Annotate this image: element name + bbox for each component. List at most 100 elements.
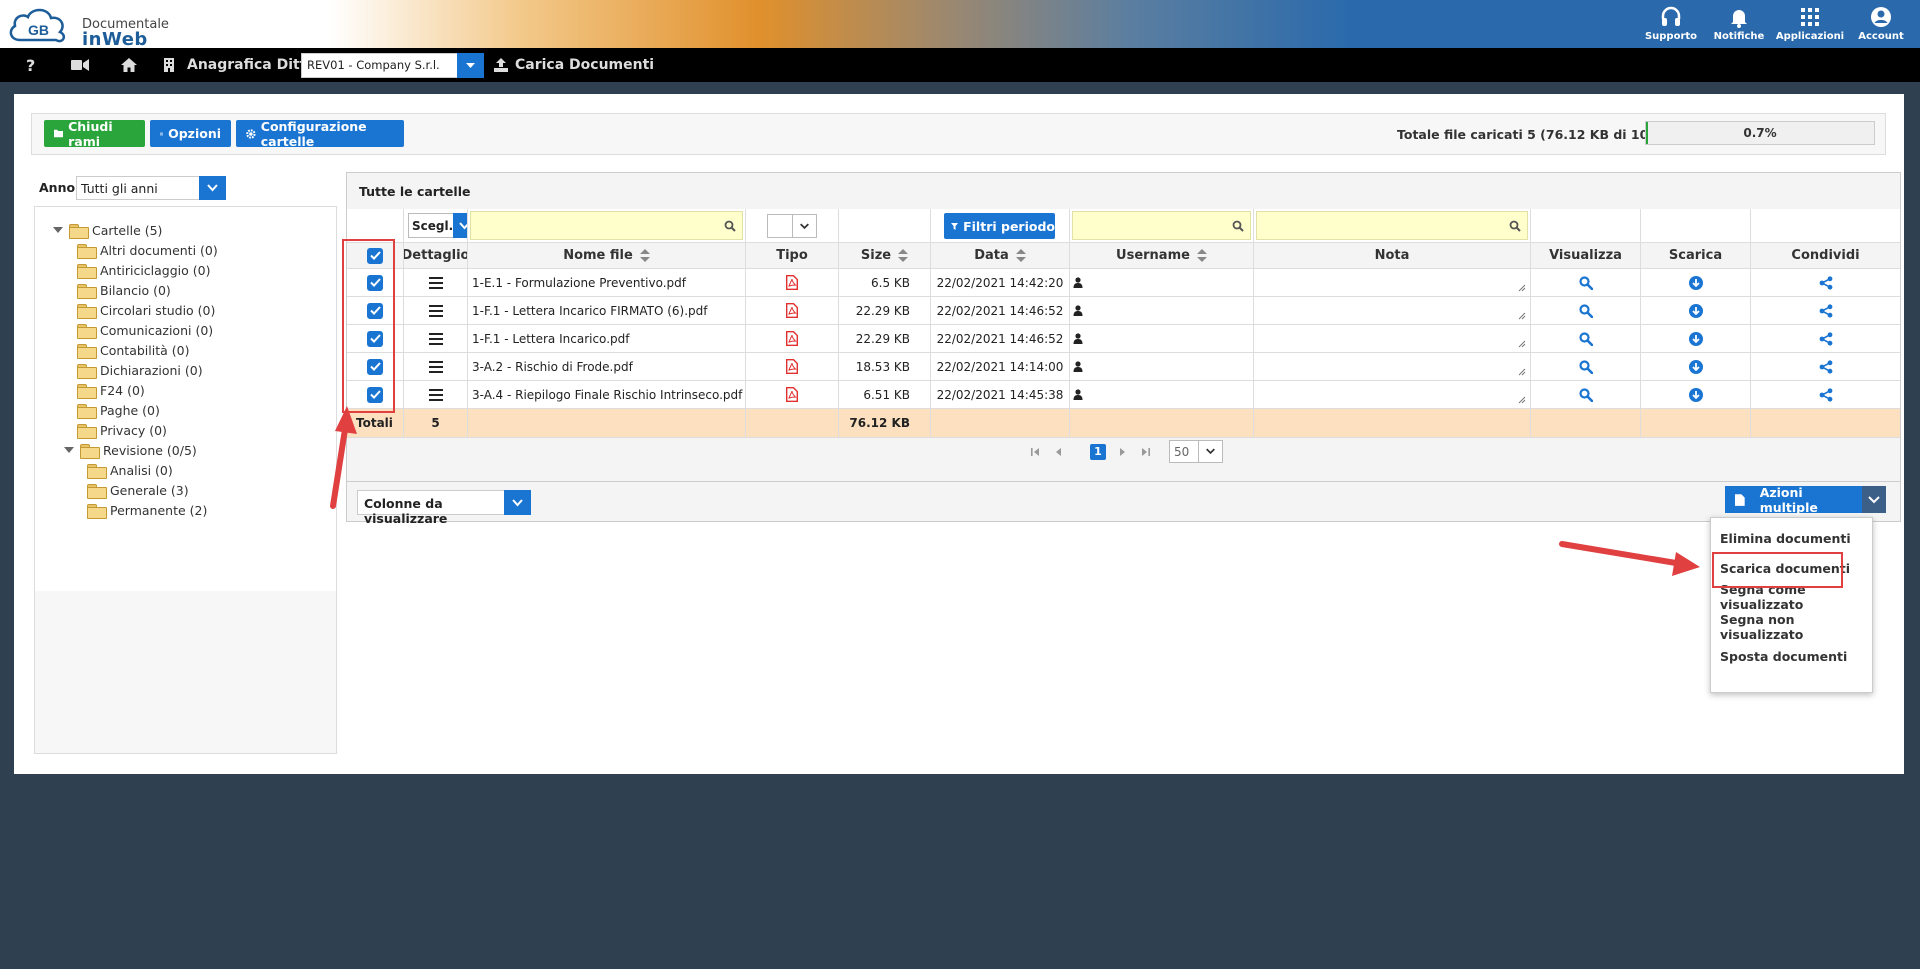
nome-file-filter[interactable] — [468, 209, 746, 242]
download-icon[interactable] — [1688, 331, 1703, 346]
tree-item[interactable]: Dichiarazioni (0) — [77, 360, 203, 380]
menu-item[interactable]: Elimina documenti — [1711, 523, 1872, 553]
expand-caret-icon[interactable] — [64, 447, 74, 453]
nota-filter-input[interactable] — [1256, 211, 1528, 240]
download-icon[interactable] — [1688, 275, 1703, 290]
menu-item[interactable]: Sposta documenti — [1711, 641, 1872, 671]
tree-item[interactable]: Cartelle (5) — [53, 220, 162, 240]
chiudi-rami-button[interactable]: Chiudi rami — [44, 119, 145, 149]
company-dropdown-button[interactable] — [457, 53, 484, 78]
view-search-icon[interactable] — [1578, 359, 1593, 374]
configurazione-cartelle-button[interactable]: Configurazione cartelle — [236, 119, 404, 149]
tipo-filter-select[interactable] — [767, 214, 817, 238]
share-icon[interactable] — [1819, 359, 1833, 374]
home-button[interactable] — [121, 48, 137, 82]
tree-item[interactable]: F24 (0) — [77, 380, 145, 400]
share-icon[interactable] — [1819, 275, 1833, 290]
file-name[interactable]: 3-A.2 - Rischio di Frode.pdf — [468, 353, 746, 380]
header-visualizza: Visualizza — [1531, 243, 1641, 268]
company-select[interactable]: REV01 - Company S.r.l. — [301, 53, 484, 78]
filtri-periodo-button[interactable]: Filtri periodo — [944, 213, 1055, 239]
anno-select[interactable]: Tutti gli anni — [76, 176, 226, 200]
tree-item[interactable]: Altri documenti (0) — [77, 240, 218, 260]
tree-item[interactable]: Permanente (2) — [87, 500, 207, 520]
azioni-multiple-button[interactable]: Azioni multiple — [1725, 485, 1862, 515]
download-icon[interactable] — [1688, 359, 1703, 374]
download-icon[interactable] — [1688, 387, 1703, 402]
menu-bars-icon[interactable] — [428, 388, 443, 401]
note-textarea[interactable] — [1254, 325, 1531, 352]
next-page-icon[interactable] — [1117, 447, 1127, 457]
tree-item[interactable]: Privacy (0) — [77, 420, 167, 440]
dettaglio-filter-dropdown[interactable] — [453, 213, 467, 238]
tree-item[interactable]: Bilancio (0) — [77, 280, 171, 300]
account-button[interactable]: Account — [1846, 2, 1916, 48]
home-icon — [121, 58, 137, 72]
share-icon[interactable] — [1819, 331, 1833, 346]
azioni-multiple-dropdown[interactable] — [1862, 486, 1886, 513]
menu-bars-icon[interactable] — [428, 332, 443, 345]
tree-item[interactable]: Contabilità (0) — [77, 340, 189, 360]
tree-item[interactable]: Antiriciclaggio (0) — [77, 260, 210, 280]
colonne-dropdown-button[interactable] — [504, 490, 531, 515]
tree-item[interactable]: Revisione (0/5) — [64, 440, 197, 460]
menu-bars-icon[interactable] — [428, 276, 443, 289]
list-icon — [160, 132, 164, 135]
view-search-icon[interactable] — [1578, 331, 1593, 346]
prev-page-icon[interactable] — [1054, 447, 1064, 457]
header-nome-file[interactable]: Nome file — [468, 243, 746, 268]
resize-handle-icon[interactable] — [1518, 368, 1526, 376]
note-textarea[interactable] — [1254, 353, 1531, 380]
menu-bars-icon[interactable] — [428, 360, 443, 373]
resize-handle-icon[interactable] — [1518, 284, 1526, 292]
view-search-icon[interactable] — [1578, 275, 1593, 290]
username-filter-input[interactable] — [1072, 211, 1251, 240]
nome-file-filter-input[interactable] — [470, 211, 743, 240]
anno-dropdown-button[interactable] — [199, 176, 226, 200]
tree-item-label: Paghe (0) — [100, 402, 160, 418]
header-username[interactable]: Username — [1070, 243, 1254, 268]
view-search-icon[interactable] — [1578, 387, 1593, 402]
help-button[interactable]: ? — [26, 48, 35, 82]
share-icon[interactable] — [1819, 303, 1833, 318]
video-button[interactable] — [71, 48, 89, 82]
resize-handle-icon[interactable] — [1518, 340, 1526, 348]
menu-item[interactable]: Segna non visualizzato — [1711, 612, 1872, 642]
file-name[interactable]: 3-A.4 - Riepilogo Finale Rischio Intrins… — [468, 381, 746, 408]
tree-item[interactable]: Circolari studio (0) — [77, 300, 215, 320]
note-textarea[interactable] — [1254, 269, 1531, 296]
tree-item[interactable]: Analisi (0) — [87, 460, 173, 480]
notifiche-button[interactable]: Notifiche — [1704, 2, 1774, 48]
note-textarea[interactable] — [1254, 381, 1531, 408]
current-page-button[interactable]: 1 — [1090, 444, 1106, 460]
header-data[interactable]: Data — [931, 243, 1070, 268]
last-page-icon[interactable] — [1141, 447, 1151, 457]
tree-item[interactable]: Generale (3) — [87, 480, 189, 500]
file-name[interactable]: 1-E.1 - Formulazione Preventivo.pdf — [468, 269, 746, 296]
note-textarea[interactable] — [1254, 297, 1531, 324]
carica-documenti-button[interactable]: Carica Documenti — [494, 48, 654, 82]
username-filter[interactable] — [1070, 209, 1254, 242]
nota-filter[interactable] — [1254, 209, 1531, 242]
expand-caret-icon[interactable] — [53, 227, 63, 233]
menu-bars-icon[interactable] — [428, 304, 443, 317]
page-size-select[interactable]: 50 — [1169, 440, 1223, 463]
header-size[interactable]: Size — [839, 243, 931, 268]
view-search-icon[interactable] — [1578, 303, 1593, 318]
resize-handle-icon[interactable] — [1518, 312, 1526, 320]
share-icon[interactable] — [1819, 387, 1833, 402]
opzioni-button[interactable]: Opzioni — [150, 120, 231, 147]
quota-percent-label: 0.7% — [1743, 126, 1777, 140]
file-name[interactable]: 1-F.1 - Lettera Incarico.pdf — [468, 325, 746, 352]
applicazioni-button[interactable]: Applicazioni — [1775, 2, 1845, 48]
dettaglio-filter-select[interactable]: Scegl... — [408, 213, 467, 238]
download-icon[interactable] — [1688, 303, 1703, 318]
app-logo[interactable]: GB Documentale inWeb — [6, 4, 169, 50]
tree-item[interactable]: Comunicazioni (0) — [77, 320, 213, 340]
resize-handle-icon[interactable] — [1518, 396, 1526, 404]
tree-item[interactable]: Paghe (0) — [77, 400, 160, 420]
file-name[interactable]: 1-F.1 - Lettera Incarico FIRMATO (6).pdf — [468, 297, 746, 324]
colonne-select[interactable]: Colonne da visualizzare — [357, 490, 531, 526]
supporto-button[interactable]: Supporto — [1636, 2, 1706, 48]
first-page-icon[interactable] — [1030, 447, 1040, 457]
